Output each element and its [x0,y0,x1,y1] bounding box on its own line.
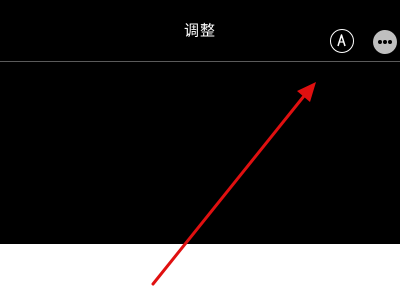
markup-pen-icon [337,34,346,47]
top-bar: 调整 [0,0,400,61]
more-button[interactable] [373,30,397,54]
more-dot [383,40,387,44]
content-area [0,62,400,244]
more-dot [378,40,382,44]
more-dot [388,40,392,44]
markup-button[interactable] [330,29,354,53]
photo-preview [0,244,400,300]
